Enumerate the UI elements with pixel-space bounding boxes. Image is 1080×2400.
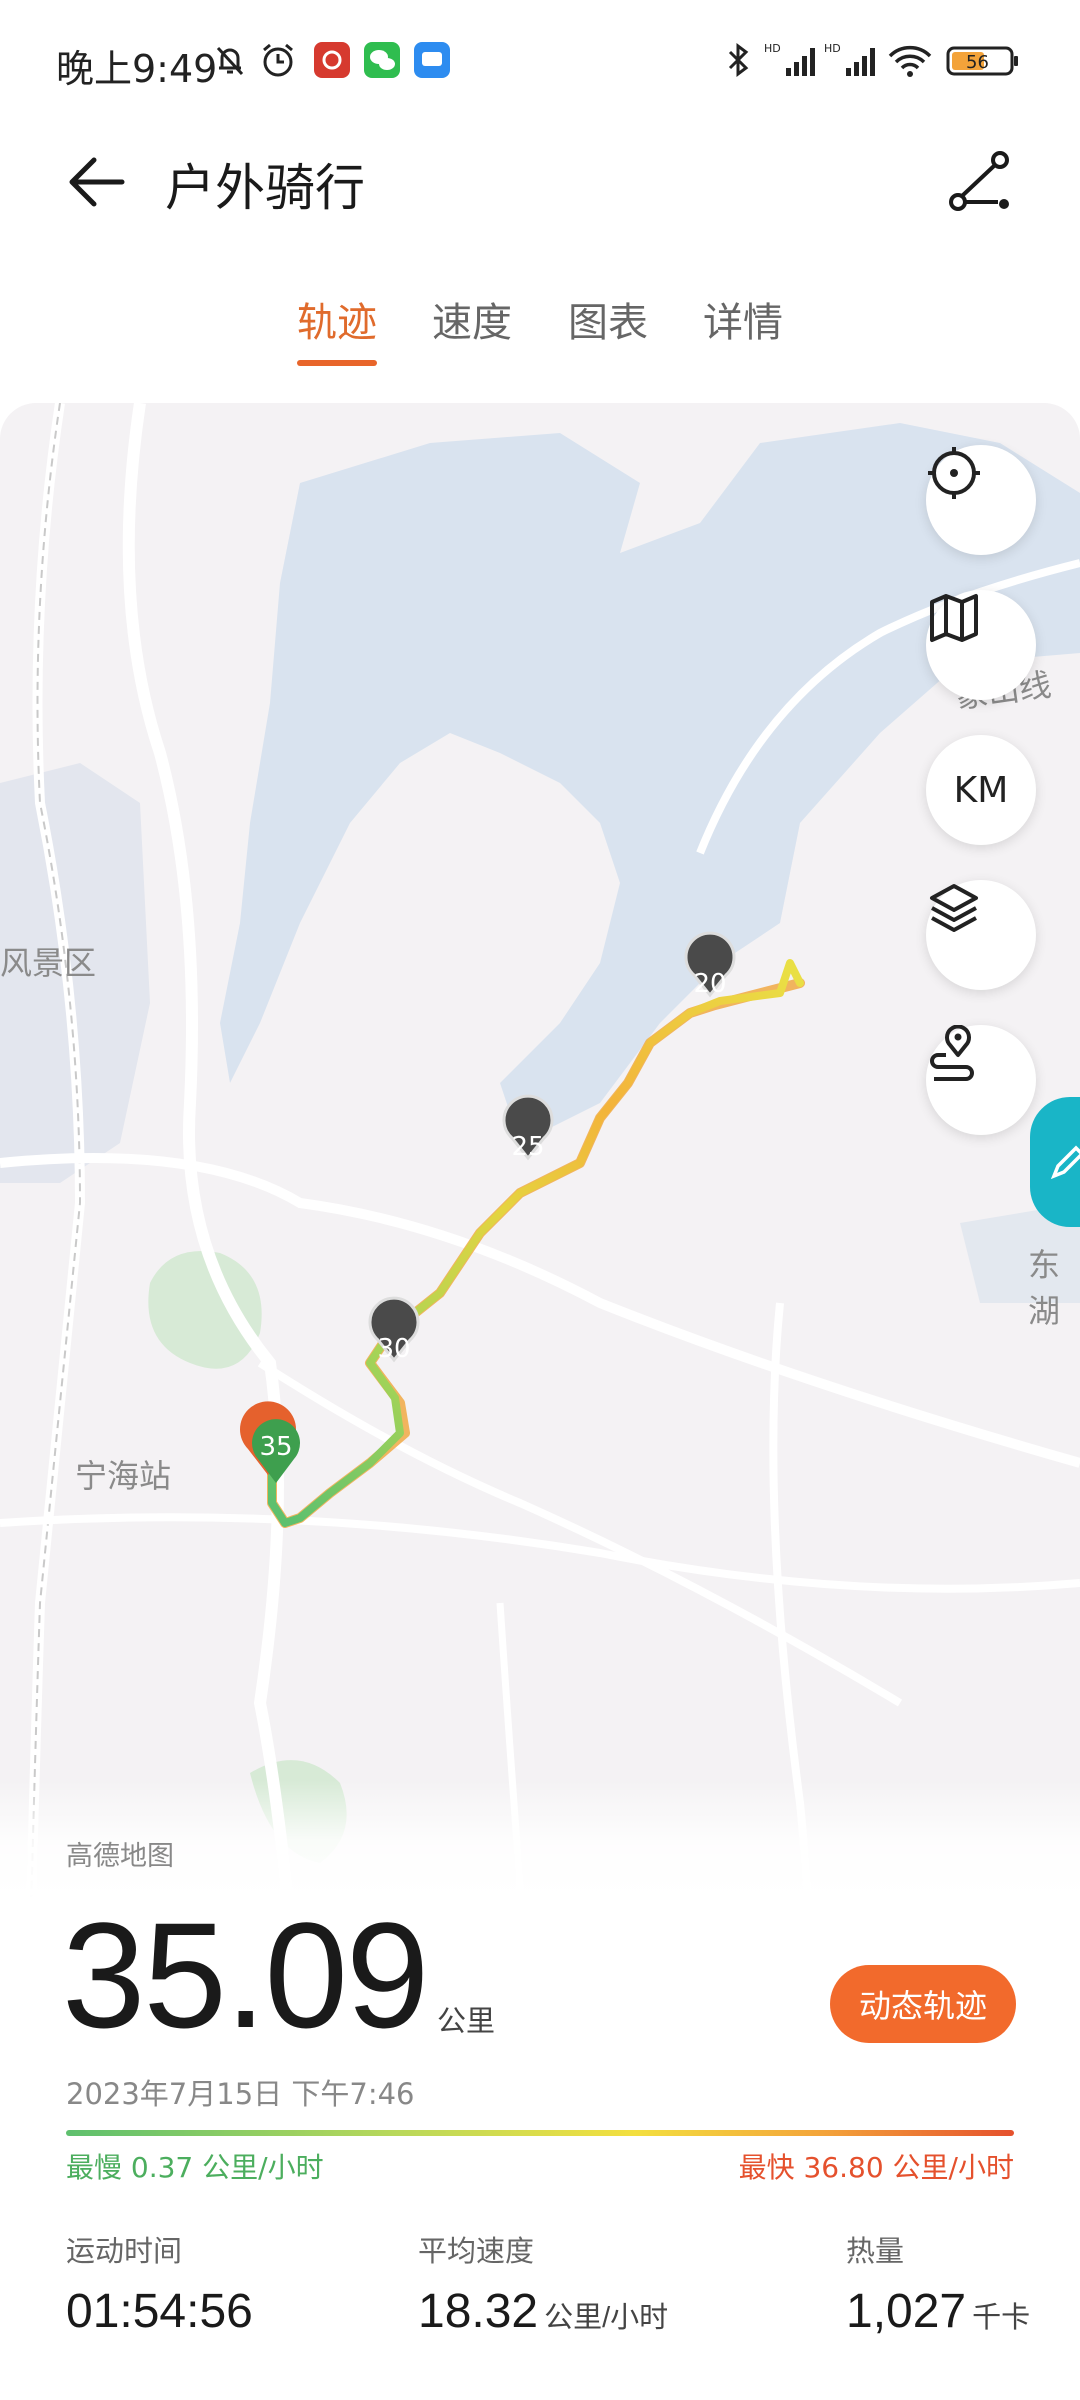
- slowest-speed: 最慢 0.37 公里/小时: [66, 2151, 324, 2184]
- stat-avg-speed-label: 平均速度: [418, 2234, 535, 2268]
- route-pin-icon: [930, 1025, 974, 1081]
- edit-drawer-tab[interactable]: [1030, 1097, 1080, 1227]
- stat-avg-speed: 平均速度 18.32 公里/小时: [418, 2228, 668, 2339]
- stat-calories-unit: 千卡: [972, 2302, 1031, 2334]
- signal-hd-icon: HD: [764, 42, 815, 76]
- stat-avg-speed-value: 18.32 公里/小时: [418, 2285, 669, 2338]
- km-toggle-button[interactable]: KM: [926, 735, 1036, 845]
- dynamic-track-button[interactable]: 动态轨迹: [830, 1965, 1016, 2043]
- svg-text:30: 30: [377, 1334, 410, 1364]
- crosshair-icon: [928, 447, 980, 499]
- signal-hd-icon-2: HD: [824, 42, 875, 76]
- svg-text:56: 56: [966, 52, 989, 73]
- stat-avg-speed-unit: 公里/小时: [544, 2302, 669, 2334]
- route-points-button[interactable]: [926, 1025, 1036, 1135]
- app-notification-icon: [314, 42, 350, 78]
- stat-duration: 运动时间 01:54:56: [66, 2228, 259, 2339]
- bluetooth-icon: [728, 43, 749, 77]
- tab-details[interactable]: 详情: [703, 290, 783, 348]
- activity-datetime: 2023年7月15日 下午7:46: [66, 2077, 415, 2111]
- km-marker-25[interactable]: 25: [502, 1094, 554, 1162]
- pencil-icon: [1050, 1145, 1080, 1180]
- start-end-marker[interactable]: 35: [240, 1401, 300, 1483]
- km-marker-20[interactable]: 20: [684, 931, 736, 999]
- message-app-icon: [414, 42, 450, 78]
- stat-calories-label: 热量: [846, 2234, 905, 2268]
- map-label-station: 宁海站: [75, 1457, 172, 1495]
- app-bar: 户外骑行: [0, 120, 1080, 240]
- stat-duration-value: 01:54:56: [66, 2285, 253, 2338]
- status-bar: 晚上9:49 HD HD 56: [0, 0, 1080, 120]
- svg-text:HD: HD: [764, 42, 781, 55]
- wechat-icon: [364, 42, 400, 78]
- battery-icon: 56: [946, 46, 1018, 76]
- tab-speed[interactable]: 速度: [432, 290, 512, 348]
- status-time: 晚上9:49: [56, 47, 218, 91]
- stat-duration-label: 运动时间: [66, 2234, 183, 2268]
- fastest-speed: 最快 36.80 公里/小时: [738, 2151, 1014, 2184]
- layers-button[interactable]: [926, 880, 1036, 990]
- map-label-scenic-area: 风景区: [0, 944, 97, 982]
- bell-off-icon: [216, 46, 244, 76]
- park-area: [148, 1251, 262, 1369]
- distance-value: 35.09: [62, 1891, 429, 2059]
- tab-indicator: [297, 360, 377, 366]
- layers-icon: [930, 884, 978, 932]
- back-arrow-icon[interactable]: [60, 142, 140, 222]
- svg-text:20: 20: [693, 969, 726, 999]
- tab-bar: 轨迹 速度 图表 详情: [0, 290, 1080, 370]
- speed-gradient-bar: [66, 2130, 1014, 2136]
- stat-calories: 热量 1,027 千卡: [846, 2228, 1030, 2339]
- svg-text:35: 35: [259, 1432, 292, 1462]
- locate-button[interactable]: [926, 445, 1036, 555]
- distance-unit: 公里: [437, 2004, 496, 2038]
- stat-calories-value: 1,027 千卡: [846, 2285, 1031, 2338]
- km-label: KM: [953, 769, 1009, 811]
- km-marker-30[interactable]: 30: [368, 1296, 420, 1364]
- page-title: 户外骑行: [165, 159, 365, 217]
- map-provider: 高德地图: [66, 1841, 174, 1872]
- svg-text:25: 25: [511, 1132, 544, 1162]
- wifi-icon: [888, 45, 932, 77]
- alarm-icon: [263, 43, 293, 77]
- route-share-icon[interactable]: [940, 142, 1020, 222]
- map-type-button[interactable]: [926, 590, 1036, 700]
- map-icon: [930, 594, 978, 642]
- map-label-east: 东湖: [1028, 1246, 1061, 1330]
- tab-chart[interactable]: 图表: [568, 290, 648, 348]
- tab-track[interactable]: 轨迹: [297, 290, 377, 348]
- svg-text:HD: HD: [824, 42, 841, 55]
